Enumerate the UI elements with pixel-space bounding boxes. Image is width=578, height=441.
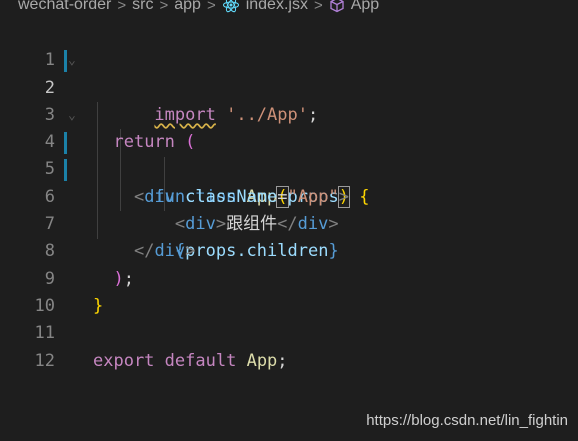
cube-icon — [329, 0, 345, 13]
code-line[interactable]: 9 } — [0, 238, 578, 316]
code-editor[interactable]: 1 import '../App'; 2 ⌄ function App(prop… — [0, 20, 578, 371]
code-line[interactable]: 5 <div>跟组件</div> — [0, 129, 578, 234]
breadcrumb-item-src[interactable]: src — [132, 0, 153, 14]
modified-gutter-marker — [64, 50, 67, 73]
react-icon — [222, 0, 240, 14]
chevron-right-icon: > — [206, 0, 216, 14]
breadcrumb-item-symbol[interactable]: App — [351, 0, 379, 14]
code-line[interactable]: 8 ); — [0, 211, 578, 288]
breadcrumb-item-app[interactable]: app — [174, 0, 201, 14]
export-name: App — [246, 350, 278, 371]
breadcrumb: wechat-order > src > app > index.jsx > A… — [18, 0, 379, 16]
code-line[interactable]: 3 return ( — [0, 75, 578, 152]
breadcrumb-item-project[interactable]: wechat-order — [18, 0, 111, 14]
fold-chevron-icon[interactable]: ⌄ — [68, 102, 76, 129]
keyword-export: export — [93, 350, 155, 371]
watermark: https://blog.csdn.net/lin_fightin — [366, 412, 568, 429]
breadcrumb-item-file[interactable]: index.jsx — [246, 0, 308, 14]
fold-chevron-icon[interactable]: ⌄ — [68, 47, 76, 74]
code-line[interactable]: 1 import '../App'; — [0, 20, 578, 125]
code-line[interactable]: 10 — [0, 266, 578, 316]
code-line[interactable]: 2 ⌄ function App(props) { — [0, 47, 578, 208]
line-number: 12 — [34, 350, 55, 371]
modified-gutter-marker — [64, 132, 67, 155]
chevron-right-icon: > — [117, 0, 127, 14]
keyword-default: default — [164, 350, 237, 371]
code-line[interactable]: 4 ⌄ <div className="App"> — [0, 102, 578, 207]
modified-gutter-marker — [64, 159, 67, 182]
chevron-right-icon: > — [159, 0, 169, 14]
code-line[interactable]: 11 export default App; — [0, 293, 578, 370]
code-line[interactable]: 6 {props.children} — [0, 156, 578, 261]
code-line[interactable]: 7 </div> — [0, 184, 578, 261]
semicolon: ; — [277, 350, 288, 371]
chevron-right-icon: > — [313, 0, 323, 14]
code-line[interactable]: 12 — [0, 320, 578, 371]
